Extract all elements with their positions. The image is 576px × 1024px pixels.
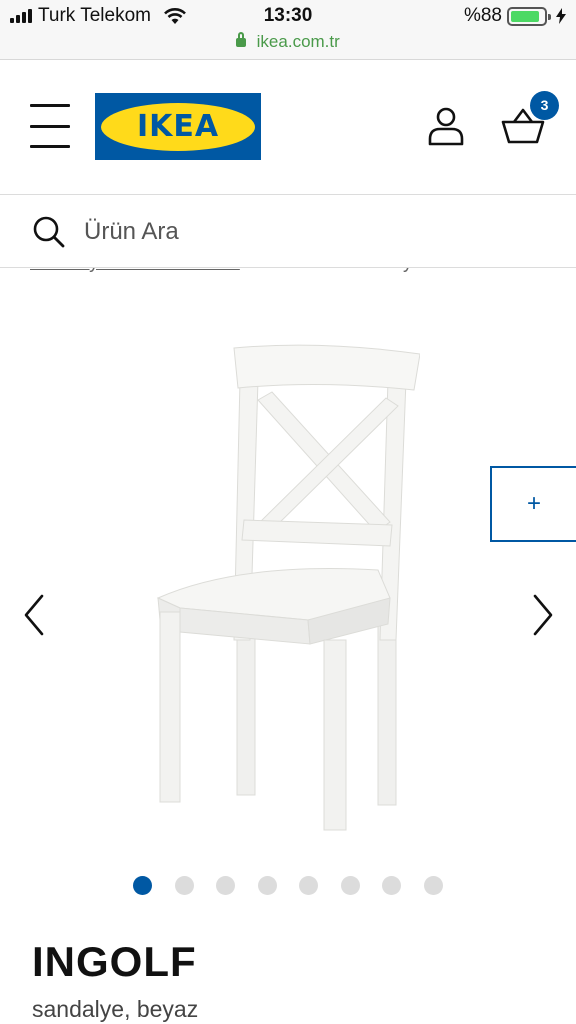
cart-count-badge[interactable]: 3 (530, 91, 559, 120)
bolt-icon (556, 8, 566, 24)
search-icon[interactable] (32, 215, 66, 249)
product-gallery: + (0, 300, 576, 860)
pagination-dot[interactable] (216, 876, 235, 895)
hamburger-menu-icon[interactable] (30, 104, 70, 148)
battery-fill (511, 10, 540, 22)
zoom-plus-button[interactable]: + (490, 466, 576, 542)
url-text[interactable]: ikea.com.tr (257, 32, 340, 51)
status-right: %88 (464, 5, 566, 27)
battery-percent: %88 (463, 5, 502, 26)
ikea-logo[interactable]: IKEA (95, 93, 261, 160)
chevron-left-icon[interactable] (18, 592, 52, 638)
gallery-pagination (0, 876, 576, 896)
chevron-right-icon[interactable] (525, 592, 559, 638)
product-name: INGOLF (32, 938, 197, 985)
pagination-dot[interactable] (340, 876, 360, 895)
chair-image[interactable] (140, 340, 420, 840)
pagination-dot[interactable] (423, 876, 443, 895)
site-header: IKEA 3 (0, 62, 576, 192)
user-icon[interactable] (427, 106, 465, 146)
address-bar[interactable]: ikea.com.tr (0, 30, 576, 60)
logo-text: IKEA (136, 109, 220, 144)
status-bar: Turk Telekom 13:30 %88 (0, 0, 576, 30)
battery-icon (507, 6, 551, 26)
search-input[interactable] (84, 213, 544, 251)
pagination-dot[interactable] (382, 876, 401, 895)
lock-icon (236, 32, 247, 47)
pagination-dot[interactable] (299, 876, 318, 895)
search-bar[interactable] (0, 194, 576, 268)
product-description: sandalye, beyaz (32, 996, 199, 1022)
logo-oval: IKEA (101, 102, 255, 151)
pagination-dot[interactable] (257, 876, 277, 895)
pagination-dot[interactable] (133, 876, 152, 895)
pagination-dot[interactable] (174, 876, 194, 895)
